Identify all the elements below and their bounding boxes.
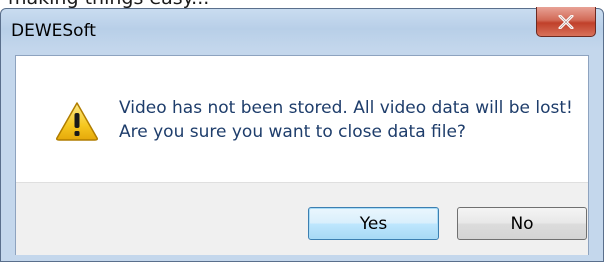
no-button[interactable]: No	[457, 207, 587, 240]
message-line-2: Are you sure you want to close data file…	[119, 122, 466, 142]
warning-icon	[56, 102, 98, 141]
close-icon	[558, 14, 574, 29]
yes-button[interactable]: Yes	[308, 207, 439, 240]
title-bar[interactable]: DEWESoft	[1, 7, 603, 55]
dialog-content: Video has not been stored. All video dat…	[15, 55, 589, 255]
message-area: Video has not been stored. All video dat…	[16, 56, 588, 182]
message-line-1: Video has not been stored. All video dat…	[119, 98, 573, 118]
dialog-window: DEWESoft Video has not been stored. All …	[0, 7, 604, 262]
message-text: Video has not been stored. All video dat…	[119, 96, 573, 144]
button-bar: Yes No	[16, 182, 588, 255]
close-button[interactable]	[536, 7, 596, 37]
dialog-title: DEWESoft	[11, 21, 96, 41]
